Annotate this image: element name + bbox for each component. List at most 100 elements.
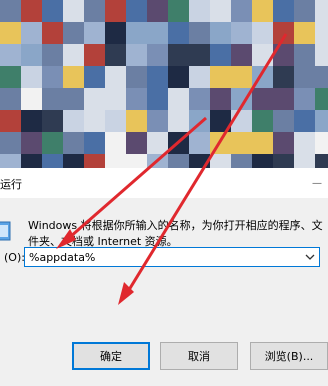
run-dialog: 运行 — Windows 将根据你所输入的名称，为你打开相应的程序、文件夹、文档… — [0, 168, 328, 386]
desktop-tile — [294, 110, 315, 132]
desktop-tile — [210, 132, 231, 154]
desktop-tile — [231, 0, 252, 22]
desktop-tile — [252, 110, 273, 132]
desktop-tile — [21, 66, 42, 88]
desktop-tile — [0, 0, 21, 22]
desktop-tile — [0, 88, 21, 110]
chevron-down-icon[interactable] — [302, 249, 318, 265]
desktop-tile — [273, 88, 294, 110]
desktop-tile — [168, 66, 189, 88]
desktop-tile — [315, 22, 328, 44]
desktop-tile — [21, 154, 42, 168]
desktop-tile — [126, 22, 147, 44]
desktop-tile — [21, 88, 42, 110]
desktop-tile — [42, 132, 63, 154]
desktop-tile — [84, 22, 105, 44]
desktop-tile — [63, 154, 84, 168]
desktop-tile — [294, 66, 315, 88]
dialog-description: Windows 将根据你所输入的名称，为你打开相应的程序、文件夹、文档或 Int… — [28, 219, 323, 248]
desktop-tile — [0, 66, 21, 88]
desktop-tile — [21, 44, 42, 66]
desktop-tile — [273, 22, 294, 44]
desktop-tile — [231, 110, 252, 132]
desktop-tile — [126, 0, 147, 22]
desktop-tile — [147, 66, 168, 88]
run-icon — [0, 218, 12, 244]
ok-button[interactable]: 确定 — [72, 342, 150, 370]
desktop-tile — [147, 154, 168, 168]
dialog-bottom-edge — [0, 380, 328, 386]
desktop-tile — [63, 110, 84, 132]
desktop-tile — [42, 66, 63, 88]
desktop-tile — [168, 22, 189, 44]
desktop-tile — [105, 22, 126, 44]
desktop-tile — [273, 44, 294, 66]
desktop-tile — [315, 0, 328, 22]
desktop-tile — [315, 132, 328, 154]
browse-button[interactable]: 浏览(B)... — [250, 342, 328, 370]
desktop-tile — [252, 66, 273, 88]
desktop-tile — [252, 132, 273, 154]
desktop-tile — [210, 66, 231, 88]
blurred-desktop-background — [0, 0, 328, 168]
desktop-tile — [189, 154, 210, 168]
desktop-tile — [63, 22, 84, 44]
desktop-tile — [189, 22, 210, 44]
desktop-tile — [84, 66, 105, 88]
desktop-tile — [294, 44, 315, 66]
dialog-titlebar: 运行 — — [0, 168, 328, 198]
open-input[interactable] — [25, 248, 303, 266]
desktop-tile — [168, 110, 189, 132]
desktop-tile — [210, 88, 231, 110]
open-label: (O): — [4, 251, 25, 264]
desktop-tile — [105, 154, 126, 168]
desktop-tile — [42, 22, 63, 44]
desktop-tile — [210, 44, 231, 66]
desktop-tile — [315, 44, 328, 66]
desktop-tile — [105, 88, 126, 110]
desktop-tile — [21, 0, 42, 22]
desktop-tile — [252, 0, 273, 22]
desktop-tile — [105, 110, 126, 132]
dialog-title: 运行 — [0, 178, 22, 191]
desktop-tile — [147, 0, 168, 22]
desktop-tile — [147, 22, 168, 44]
desktop-tile — [210, 0, 231, 22]
desktop-tile — [294, 88, 315, 110]
desktop-tile — [273, 110, 294, 132]
desktop-tile — [294, 22, 315, 44]
desktop-tile — [126, 88, 147, 110]
desktop-tile — [147, 110, 168, 132]
desktop-tile — [0, 110, 21, 132]
desktop-tile — [210, 154, 231, 168]
desktop-tile — [231, 66, 252, 88]
desktop-tile — [273, 66, 294, 88]
desktop-tile — [0, 44, 21, 66]
desktop-tile — [126, 132, 147, 154]
desktop-tile — [231, 44, 252, 66]
desktop-tile — [84, 154, 105, 168]
desktop-tile — [315, 88, 328, 110]
desktop-tile — [273, 132, 294, 154]
desktop-tile — [42, 88, 63, 110]
desktop-tile — [84, 0, 105, 22]
desktop-tile — [210, 110, 231, 132]
desktop-tile — [147, 44, 168, 66]
desktop-tile — [126, 154, 147, 168]
desktop-tile — [63, 88, 84, 110]
desktop-tile — [105, 66, 126, 88]
desktop-tile — [0, 22, 21, 44]
cancel-button[interactable]: 取消 — [160, 342, 238, 370]
desktop-tile — [21, 132, 42, 154]
desktop-tile — [294, 154, 315, 168]
desktop-tile — [84, 88, 105, 110]
desktop-tile — [231, 132, 252, 154]
desktop-tile — [63, 132, 84, 154]
minimize-icon[interactable]: — — [312, 178, 322, 189]
desktop-tile — [252, 22, 273, 44]
desktop-tile — [147, 88, 168, 110]
desktop-tile — [252, 154, 273, 168]
open-combobox[interactable] — [24, 247, 320, 267]
desktop-tile — [315, 154, 328, 168]
desktop-tile — [168, 88, 189, 110]
